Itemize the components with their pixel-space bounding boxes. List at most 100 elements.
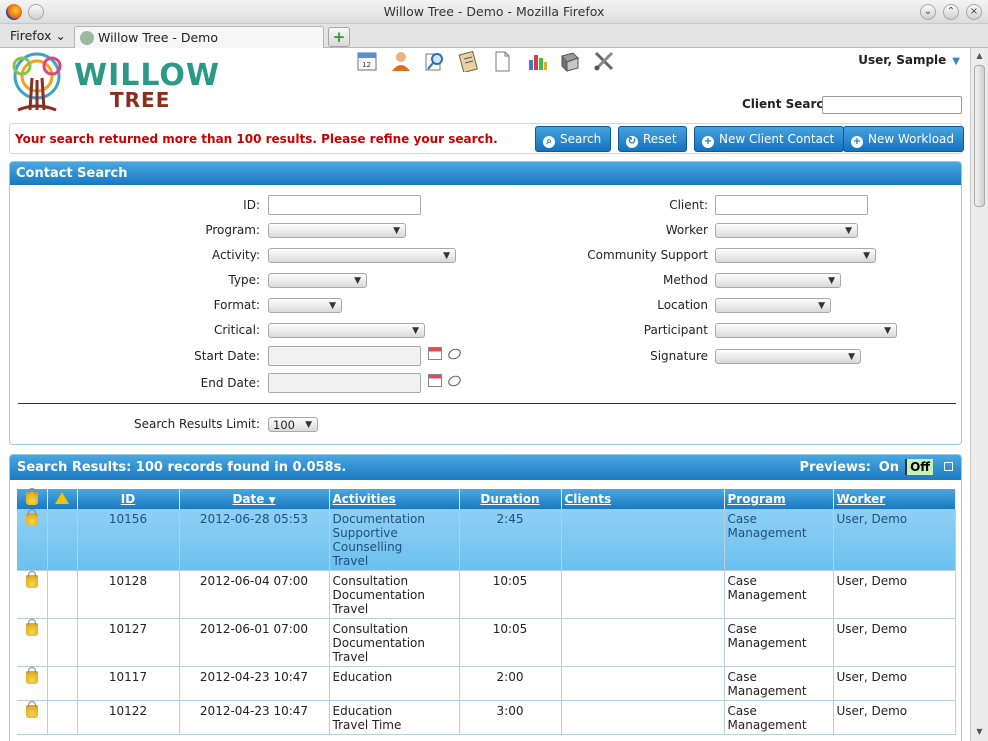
start-date-input[interactable]: [268, 346, 421, 366]
search-button[interactable]: ⌕ Search: [535, 126, 612, 152]
tab-title: Willow Tree - Demo: [98, 30, 218, 45]
worker-label: Worker: [665, 223, 708, 237]
close-window-button[interactable]: ×: [966, 4, 982, 20]
clear-date-icon[interactable]: [446, 346, 463, 362]
book-icon[interactable]: [559, 50, 581, 72]
maximize-button[interactable]: ⌃: [943, 4, 959, 20]
worker-select[interactable]: ▼: [715, 223, 858, 238]
browser-tab[interactable]: Willow Tree - Demo: [74, 26, 324, 48]
id-column-header[interactable]: ID: [77, 489, 180, 509]
activities-cell: Consultation Documentation Travel: [329, 618, 460, 667]
activities-cell: Documentation Supportive Counselling Travel: [329, 509, 460, 571]
id-cell: 10156: [77, 509, 180, 571]
location-select[interactable]: ▼: [715, 298, 831, 313]
clear-date-icon[interactable]: [446, 373, 463, 389]
method-select[interactable]: ▼: [715, 273, 841, 288]
willow-tree-logo[interactable]: WILLOW TREE: [4, 52, 219, 116]
calendar-icon[interactable]: 12: [356, 50, 378, 72]
user-menu[interactable]: User, Sample ▼: [858, 53, 960, 67]
table-row[interactable]: 10117 2012-04-23 10:47 Education 2:00 Case Ma…: [17, 666, 956, 701]
worker-cell: User, Demo: [833, 618, 956, 667]
signature-label: Signature: [650, 349, 708, 363]
chevron-down-icon: ▼: [354, 276, 361, 286]
plus-circle-icon: +: [851, 136, 863, 148]
format-select[interactable]: ▼: [268, 298, 342, 313]
reports-chart-icon[interactable]: [526, 50, 548, 72]
lock-column-header: [17, 487, 48, 509]
scroll-down-icon[interactable]: ▼: [973, 726, 986, 738]
calendar-picker-icon[interactable]: [428, 374, 442, 387]
program-cell: Case Management: [724, 700, 834, 735]
client-person-icon[interactable]: [390, 50, 412, 72]
table-row[interactable]: 10156 2012-06-28 05:53 Documentation Suppor…: [17, 509, 956, 571]
contact-search-title: Contact Search: [10, 162, 961, 185]
end-date-input[interactable]: [268, 373, 421, 393]
client-search-input[interactable]: [822, 96, 962, 114]
location-label: Location: [657, 298, 708, 312]
table-row[interactable]: 10127 2012-06-01 07:00 Consultation Documen…: [17, 618, 956, 667]
program-line: Case: [727, 704, 757, 718]
chevron-down-icon: ▼: [329, 301, 336, 311]
date-cell: 2012-06-04 07:00: [179, 570, 330, 619]
scroll-up-icon[interactable]: ▲: [973, 50, 986, 62]
calendar-picker-icon[interactable]: [428, 347, 442, 360]
client-input[interactable]: [715, 195, 868, 215]
contact-search-icon[interactable]: [423, 50, 445, 72]
lock-icon: [25, 667, 38, 684]
table-row[interactable]: 10122 2012-04-23 10:47 Education Travel Tim…: [17, 700, 956, 735]
duration-cell: 3:00: [459, 700, 562, 735]
clients-cell: [561, 618, 725, 667]
reset-button[interactable]: ↻ Reset: [618, 126, 687, 152]
community-support-select[interactable]: ▼: [715, 248, 876, 263]
participant-select[interactable]: ▼: [715, 323, 897, 338]
new-workload-button[interactable]: + New Workload: [843, 126, 965, 152]
worker-cell: User, Demo: [833, 509, 956, 571]
scrollbar-thumb[interactable]: [974, 65, 985, 207]
previews-off-toggle[interactable]: Off: [905, 459, 933, 475]
vertical-scrollbar[interactable]: ▲ ▼: [970, 48, 988, 741]
lock-cell: [17, 618, 48, 667]
minimize-button[interactable]: ⌄: [920, 4, 936, 20]
new-tab-button[interactable]: +: [328, 27, 350, 47]
format-label: Format:: [213, 298, 260, 312]
previews-on-toggle[interactable]: On: [879, 456, 899, 479]
date-cell: 2012-06-28 05:53: [179, 509, 330, 571]
id-input[interactable]: [268, 195, 421, 215]
table-row[interactable]: 10128 2012-06-04 07:00 Consultation Documen…: [17, 570, 956, 619]
client-search-label: Client Search: [742, 97, 833, 111]
duration-column-header[interactable]: Duration: [459, 489, 562, 509]
program-cell: Case Management: [724, 509, 834, 571]
new-workload-label: New Workload: [868, 132, 955, 146]
community-support-label: Community Support: [587, 248, 708, 262]
program-column-header[interactable]: Program: [724, 489, 834, 509]
new-client-contact-label: New Client Contact: [719, 132, 835, 146]
lock-icon: [25, 701, 38, 718]
type-label: Type:: [228, 273, 260, 287]
firefox-menu-button[interactable]: Firefox ⌄: [10, 28, 66, 43]
program-select[interactable]: ▼: [268, 223, 406, 238]
lock-icon: [25, 571, 38, 588]
activities-column-header[interactable]: Activities: [329, 489, 460, 509]
popout-icon[interactable]: [944, 462, 953, 471]
start-date-label: Start Date:: [194, 349, 260, 363]
chevron-down-icon: ▼: [412, 326, 419, 336]
id-cell: 10117: [77, 666, 180, 701]
tools-icon[interactable]: [593, 50, 615, 72]
worker-column-header[interactable]: Worker: [833, 489, 956, 509]
type-select[interactable]: ▼: [268, 273, 367, 288]
results-limit-select[interactable]: 100 ▼: [268, 417, 318, 432]
clipboard-icon[interactable]: [457, 50, 479, 72]
program-line: Case: [727, 670, 757, 684]
previews-label: Previews:: [799, 460, 871, 475]
activity-select[interactable]: ▼: [268, 248, 456, 263]
critical-select[interactable]: ▼: [268, 323, 425, 338]
document-icon[interactable]: [491, 50, 513, 72]
clients-column-header[interactable]: Clients: [561, 489, 725, 509]
participant-label: Participant: [643, 323, 708, 337]
activity-item: Education: [332, 704, 393, 718]
new-client-contact-button[interactable]: + New Client Contact: [694, 126, 845, 152]
date-column-header[interactable]: Date ▼: [179, 489, 330, 509]
signature-select[interactable]: ▼: [715, 349, 861, 364]
activity-item: Education: [332, 670, 393, 684]
lock-cell: [17, 509, 48, 571]
